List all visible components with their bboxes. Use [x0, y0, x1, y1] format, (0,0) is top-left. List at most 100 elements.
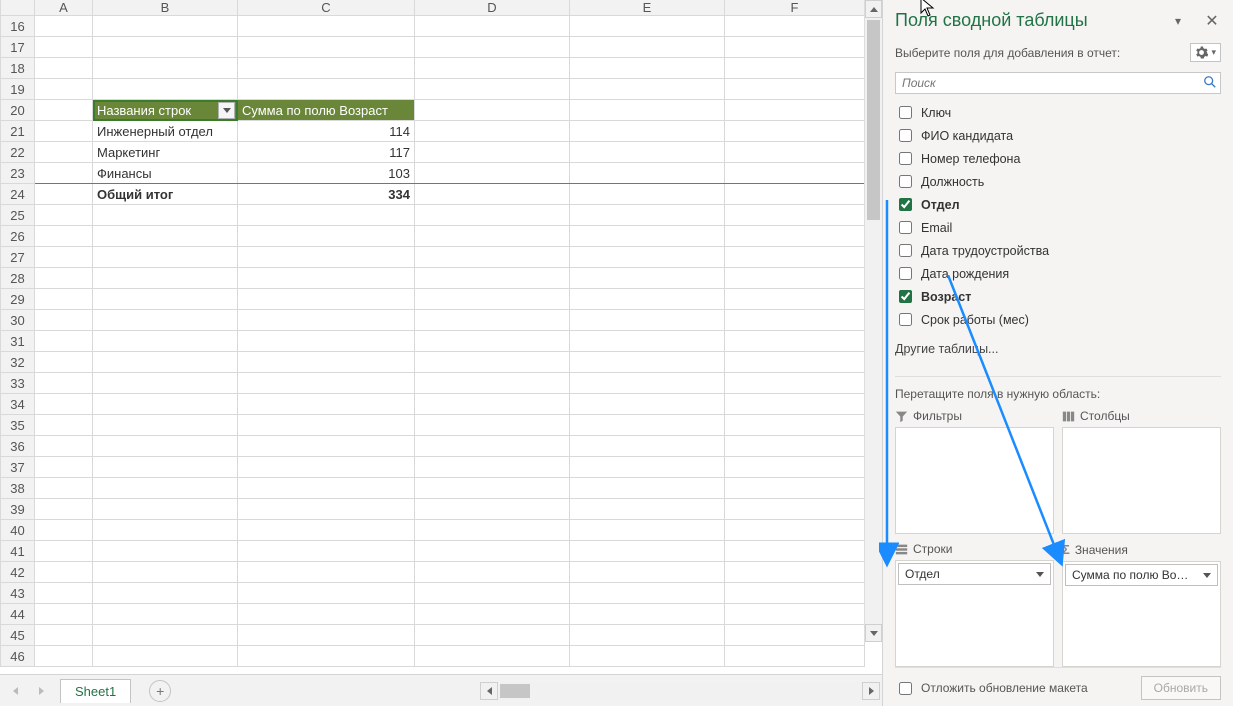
area-rows-item[interactable]: Отдел	[898, 563, 1051, 585]
cell[interactable]	[35, 37, 93, 58]
field-checkbox[interactable]	[899, 198, 912, 211]
row-header-34[interactable]: 34	[1, 394, 35, 415]
cell[interactable]	[238, 394, 415, 415]
row-header-23[interactable]: 23	[1, 163, 35, 184]
cell[interactable]	[35, 625, 93, 646]
cell[interactable]	[725, 247, 865, 268]
cell[interactable]	[93, 268, 238, 289]
other-tables-link[interactable]: Другие таблицы...	[895, 342, 1221, 356]
cell[interactable]	[93, 16, 238, 37]
pivot-row-value[interactable]: 114	[238, 121, 415, 142]
cell[interactable]	[725, 625, 865, 646]
pivot-grand-total-label[interactable]: Общий итог	[93, 184, 238, 205]
field-item[interactable]: Дата рождения	[895, 263, 1221, 284]
pivot-row-value[interactable]: 117	[238, 142, 415, 163]
horizontal-scrollbar[interactable]	[480, 682, 880, 700]
cell[interactable]	[725, 163, 865, 184]
cell[interactable]	[570, 520, 725, 541]
cell[interactable]	[238, 625, 415, 646]
cell[interactable]	[415, 352, 570, 373]
field-checkbox[interactable]	[899, 313, 912, 326]
area-rows[interactable]: Строки Отдел	[895, 542, 1054, 667]
row-header-40[interactable]: 40	[1, 520, 35, 541]
cell[interactable]	[35, 247, 93, 268]
cell[interactable]	[725, 37, 865, 58]
cell[interactable]	[415, 121, 570, 142]
cell[interactable]	[725, 583, 865, 604]
cell[interactable]	[725, 499, 865, 520]
cell[interactable]	[570, 205, 725, 226]
cell[interactable]	[238, 268, 415, 289]
cell[interactable]	[35, 562, 93, 583]
cell[interactable]	[93, 310, 238, 331]
cell[interactable]	[415, 583, 570, 604]
area-values-item[interactable]: Сумма по полю Возраст	[1065, 564, 1218, 586]
row-header-27[interactable]: 27	[1, 247, 35, 268]
row-header-24[interactable]: 24	[1, 184, 35, 205]
field-item[interactable]: ФИО кандидата	[895, 125, 1221, 146]
cell[interactable]	[35, 373, 93, 394]
field-checkbox[interactable]	[899, 129, 912, 142]
cell[interactable]	[570, 247, 725, 268]
panel-settings-button[interactable]: ▾	[1190, 43, 1221, 62]
defer-layout-checkbox[interactable]	[899, 682, 912, 695]
cell[interactable]	[238, 583, 415, 604]
cell[interactable]	[93, 457, 238, 478]
cell[interactable]	[35, 289, 93, 310]
cell[interactable]	[725, 268, 865, 289]
field-checkbox[interactable]	[899, 106, 912, 119]
cell[interactable]	[35, 205, 93, 226]
field-item[interactable]: Ключ	[895, 102, 1221, 123]
panel-dropdown-icon[interactable]: ▾	[1175, 14, 1189, 28]
pivot-grand-total-value[interactable]: 334	[238, 184, 415, 205]
field-checkbox[interactable]	[899, 221, 912, 234]
row-header-44[interactable]: 44	[1, 604, 35, 625]
cell[interactable]	[570, 625, 725, 646]
cell[interactable]	[93, 247, 238, 268]
row-header-28[interactable]: 28	[1, 268, 35, 289]
cell[interactable]	[93, 562, 238, 583]
cell[interactable]	[93, 205, 238, 226]
cell[interactable]	[35, 331, 93, 352]
update-button[interactable]: Обновить	[1141, 676, 1221, 700]
cell[interactable]	[415, 100, 570, 121]
row-header-45[interactable]: 45	[1, 625, 35, 646]
cell[interactable]	[570, 457, 725, 478]
cell[interactable]	[415, 184, 570, 205]
cell[interactable]	[35, 142, 93, 163]
cell[interactable]	[238, 499, 415, 520]
cell[interactable]	[415, 604, 570, 625]
cell[interactable]	[725, 289, 865, 310]
panel-close-button[interactable]: ✕	[1203, 12, 1221, 30]
cell[interactable]	[35, 478, 93, 499]
sheet-nav-next[interactable]	[30, 680, 52, 702]
cell[interactable]	[93, 604, 238, 625]
row-header-36[interactable]: 36	[1, 436, 35, 457]
cell[interactable]	[725, 436, 865, 457]
cell[interactable]	[93, 478, 238, 499]
cell[interactable]	[238, 604, 415, 625]
cell[interactable]	[238, 58, 415, 79]
cell[interactable]	[570, 331, 725, 352]
cell[interactable]	[415, 646, 570, 667]
field-item[interactable]: Номер телефона	[895, 148, 1221, 169]
cell[interactable]	[35, 310, 93, 331]
cell[interactable]	[35, 583, 93, 604]
cell[interactable]	[93, 646, 238, 667]
col-header-a[interactable]: A	[35, 0, 93, 16]
cell[interactable]	[570, 562, 725, 583]
cell[interactable]	[415, 625, 570, 646]
cell[interactable]	[35, 226, 93, 247]
row-header-32[interactable]: 32	[1, 352, 35, 373]
cell[interactable]	[415, 331, 570, 352]
row-header-37[interactable]: 37	[1, 457, 35, 478]
cell[interactable]	[415, 268, 570, 289]
row-header-29[interactable]: 29	[1, 289, 35, 310]
row-header-46[interactable]: 46	[1, 646, 35, 667]
field-item[interactable]: Отдел	[895, 194, 1221, 215]
cell[interactable]	[725, 142, 865, 163]
cell[interactable]	[570, 499, 725, 520]
cell[interactable]	[238, 310, 415, 331]
cell[interactable]	[93, 331, 238, 352]
pivot-values-header[interactable]: Сумма по полю Возраст	[238, 100, 415, 121]
